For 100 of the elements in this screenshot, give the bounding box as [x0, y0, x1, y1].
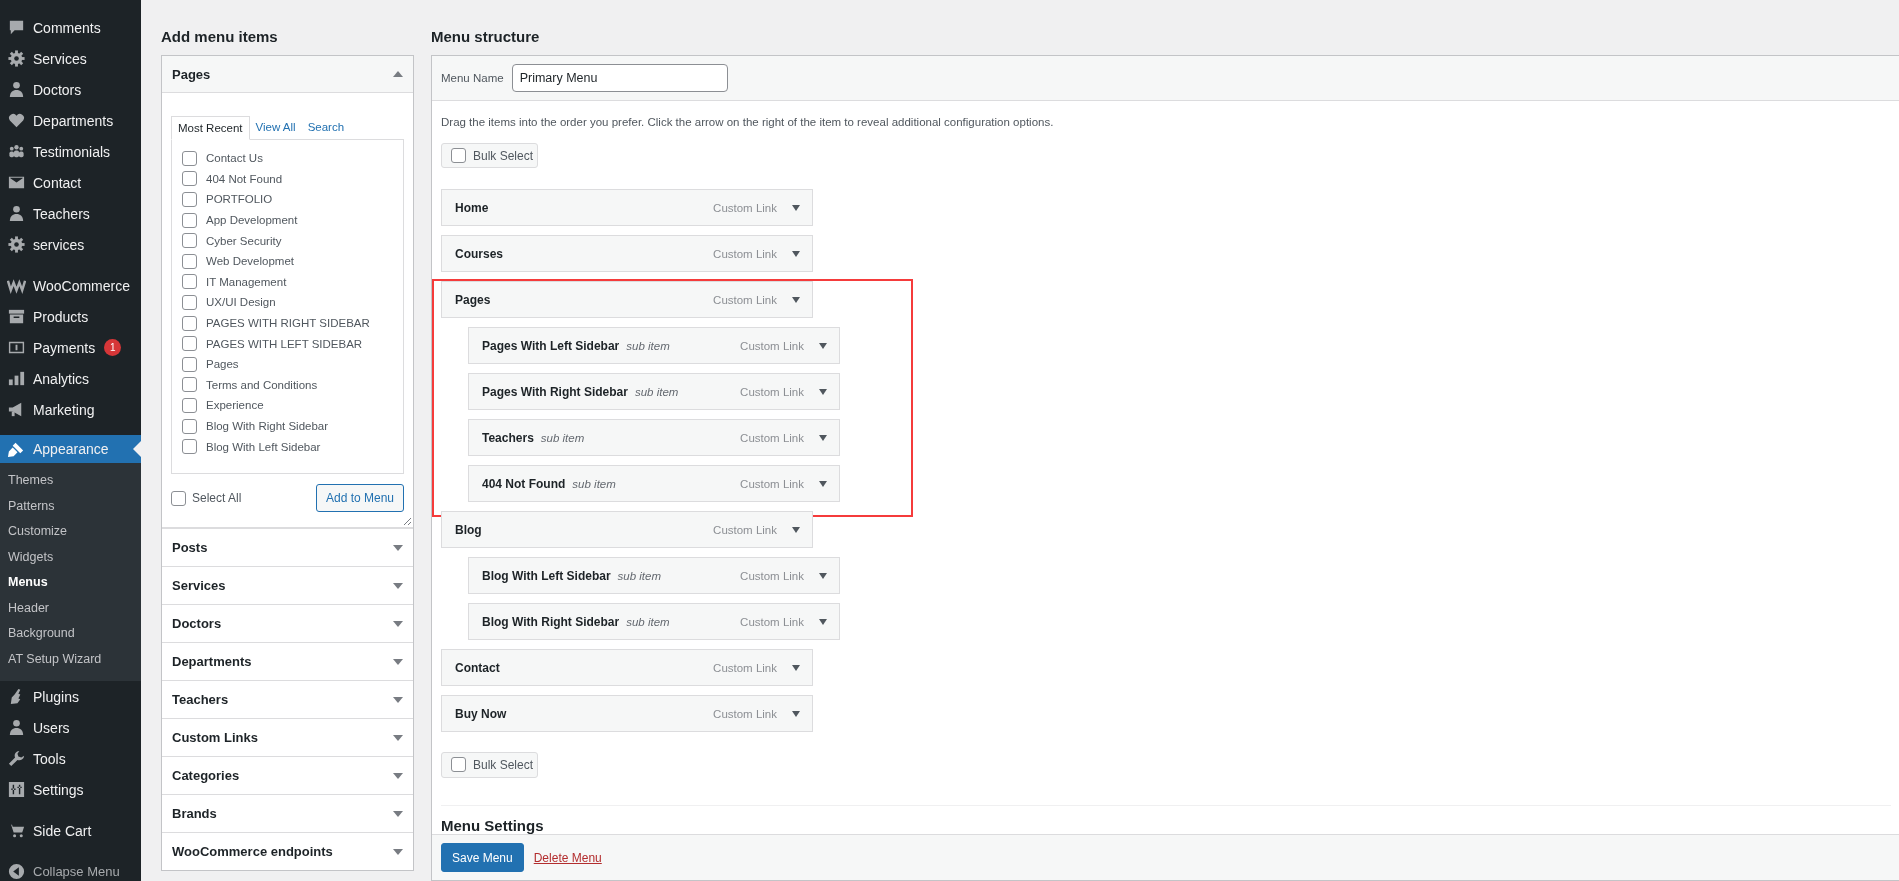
sidebar-item[interactable]: Testimonials: [0, 136, 141, 167]
delete-menu-link[interactable]: Delete Menu: [533, 850, 602, 865]
accordion-header[interactable]: Doctors: [162, 604, 413, 642]
checkbox[interactable]: [182, 150, 197, 166]
sidebar-item[interactable]: Doctors: [0, 74, 141, 105]
caret-icon[interactable]: [792, 710, 800, 717]
sidebar-item[interactable]: Analytics: [0, 363, 141, 394]
archive-box-icon: [7, 307, 26, 326]
menu-item[interactable]: Blog Custom Link: [441, 511, 813, 549]
submenu-item[interactable]: Background: [0, 621, 141, 647]
caret-icon[interactable]: [819, 572, 827, 579]
checkbox-label: Web Developmet: [206, 255, 294, 268]
checkbox[interactable]: [182, 418, 197, 434]
add-to-menu-button[interactable]: Add to Menu: [315, 484, 404, 512]
checkbox[interactable]: [182, 192, 197, 207]
checkbox[interactable]: [182, 315, 197, 331]
caret-icon[interactable]: [792, 296, 800, 303]
sidebar-item[interactable]: Comments: [0, 12, 141, 43]
sidebar-item[interactable]: Users: [0, 712, 141, 743]
checkbox-label: Terms and Conditions: [206, 378, 318, 391]
checkbox[interactable]: [182, 397, 197, 413]
save-menu-button[interactable]: Save Menu: [441, 843, 524, 872]
item-type-label: Custom Link: [713, 523, 777, 536]
submenu-item[interactable]: Patterns: [0, 493, 141, 519]
accordion-header[interactable]: Pages: [162, 56, 413, 93]
tab[interactable]: View All: [249, 116, 302, 139]
menu-item[interactable]: Blog With Right Sidebar sub item Custom Link: [468, 603, 840, 641]
caret-icon[interactable]: [819, 434, 827, 441]
accordion-header[interactable]: Custom Links: [162, 718, 413, 756]
sidebar-item[interactable]: services: [0, 229, 141, 260]
sidebar-item[interactable]: Plugins: [0, 681, 141, 712]
checkbox[interactable]: [182, 294, 197, 310]
accordion-header[interactable]: Teachers: [162, 680, 413, 718]
sidebar-item[interactable]: Services: [0, 43, 141, 74]
checkbox[interactable]: [182, 336, 197, 352]
caret-icon[interactable]: [819, 480, 827, 487]
item-type-label: Custom Link: [713, 293, 777, 306]
menu-item[interactable]: Contact Custom Link: [441, 649, 813, 687]
menu-item[interactable]: Pages Custom Link: [441, 281, 813, 319]
checkbox[interactable]: [182, 356, 197, 372]
checkbox[interactable]: [182, 171, 197, 187]
sidebar-item[interactable]: Side Cart: [0, 815, 141, 846]
submenu-item[interactable]: Customize: [0, 519, 141, 545]
caret-icon[interactable]: [792, 526, 800, 533]
accordion-header[interactable]: Services: [162, 566, 413, 604]
menu-item[interactable]: Teachers sub item Custom Link: [468, 419, 840, 457]
checkbox[interactable]: [171, 490, 186, 506]
item-type-label: Custom Link: [713, 707, 777, 720]
tab[interactable]: Most Recent: [171, 116, 250, 140]
bulk-select-button[interactable]: Bulk Select: [441, 143, 538, 169]
accordion-header[interactable]: Brands: [162, 794, 413, 832]
caret-icon[interactable]: [819, 388, 827, 395]
accordion-header[interactable]: Posts: [162, 528, 413, 566]
sidebar-item[interactable]: Tools: [0, 743, 141, 774]
sidebar-item[interactable]: Settings: [0, 774, 141, 805]
menu-item[interactable]: Buy Now Custom Link: [441, 695, 813, 733]
sidebar-item[interactable]: Marketing: [0, 394, 141, 425]
menu-item[interactable]: Home Custom Link: [441, 189, 813, 227]
sidebar-item[interactable]: Appearance: [0, 435, 141, 463]
sidebar-item[interactable]: Payments 1: [0, 332, 141, 363]
menu-item[interactable]: Blog With Left Sidebar sub item Custom Link: [468, 557, 840, 595]
checkbox-label: Cyber Security: [206, 234, 282, 247]
caret-icon[interactable]: [819, 342, 827, 349]
menu-item[interactable]: 404 Not Found sub item Custom Link: [468, 465, 840, 503]
accordion-title: Doctors: [172, 616, 222, 631]
sidebar-item[interactable]: Departments: [0, 105, 141, 136]
bulk-select-button[interactable]: Bulk Select: [441, 752, 538, 778]
tab[interactable]: Search: [301, 116, 351, 139]
menu-item-title: Pages With Left Sidebar: [482, 338, 620, 353]
caret-icon[interactable]: [792, 664, 800, 671]
submenu-item[interactable]: Widgets: [0, 544, 141, 570]
menu-item-title: Buy Now: [455, 706, 507, 721]
sidebar-item[interactable]: Teachers: [0, 198, 141, 229]
sidebar-item[interactable]: WooCommerce: [0, 270, 141, 301]
accordion-header[interactable]: Departments: [162, 642, 413, 680]
caret-icon[interactable]: [792, 250, 800, 257]
checkbox[interactable]: [182, 233, 197, 249]
sidebar-item[interactable]: Products: [0, 301, 141, 332]
resize-handle-icon[interactable]: [403, 517, 411, 525]
menu-item[interactable]: Pages With Right Sidebar sub item Custom Link: [468, 373, 840, 411]
checkbox[interactable]: [182, 377, 197, 393]
caret-icon[interactable]: [819, 618, 827, 625]
menu-item[interactable]: Courses Custom Link: [441, 235, 813, 273]
collapse-menu-button[interactable]: Collapse Menu: [0, 856, 141, 881]
submenu-item[interactable]: Menus: [0, 570, 141, 596]
accordion-header[interactable]: Categories: [162, 756, 413, 794]
checkbox[interactable]: [182, 274, 197, 290]
checkbox[interactable]: [182, 212, 197, 228]
menu-name-field[interactable]: Primary Menu: [511, 64, 728, 92]
submenu-item[interactable]: AT Setup Wizard: [0, 646, 141, 672]
sidebar-item[interactable]: Contact: [0, 167, 141, 198]
checkbox[interactable]: [182, 253, 197, 269]
accordion-title: Departments: [172, 654, 252, 669]
menu-item[interactable]: Pages With Left Sidebar sub item Custom Link: [468, 327, 840, 365]
checkbox[interactable]: [182, 439, 197, 455]
caret-icon[interactable]: [792, 204, 800, 211]
accordion-header[interactable]: WooCommerce endpoints: [162, 832, 413, 870]
sidebar-label: Teachers: [33, 205, 90, 222]
submenu-item[interactable]: Header: [0, 595, 141, 621]
submenu-item[interactable]: Themes: [0, 468, 141, 494]
